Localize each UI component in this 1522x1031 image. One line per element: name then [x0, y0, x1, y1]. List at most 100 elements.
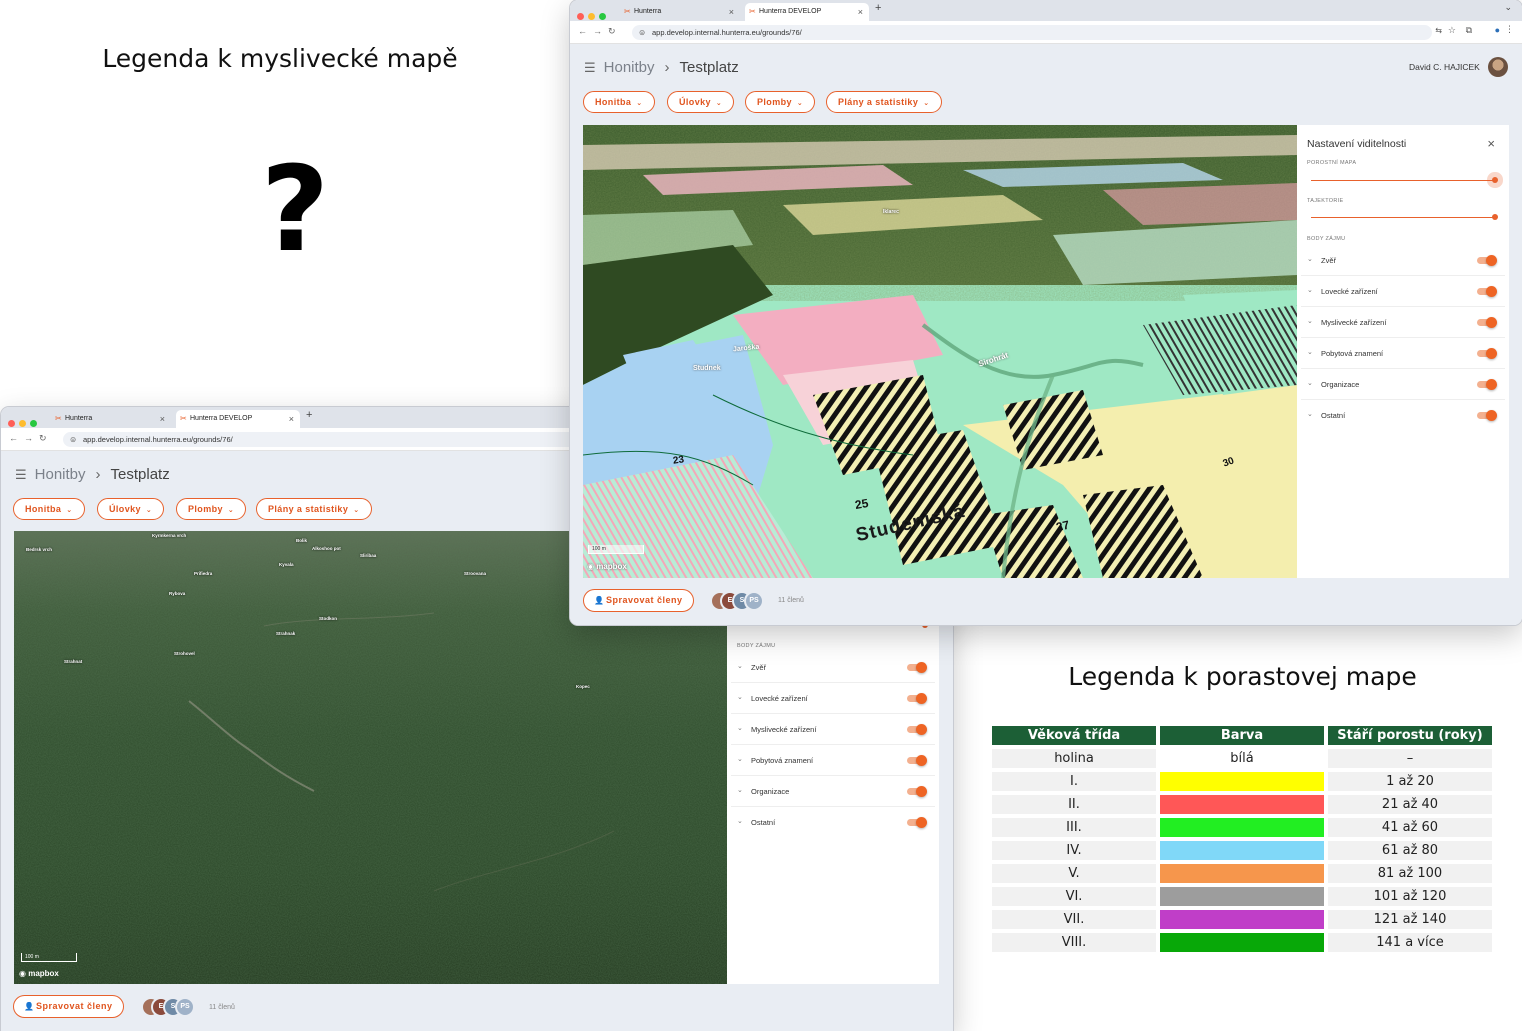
- poi-row-pobytova[interactable]: ⌄ Pobytová znamení: [1301, 338, 1505, 369]
- poi-row-zver[interactable]: ⌄ Zvěř: [1301, 245, 1505, 276]
- translate-icon[interactable]: ⇆: [1435, 26, 1442, 35]
- chevron-down-icon[interactable]: ⌄: [1307, 286, 1313, 294]
- toggle-zver[interactable]: [1477, 255, 1497, 266]
- toggle-organizace[interactable]: [1477, 379, 1497, 390]
- close-icon[interactable]: ×: [729, 3, 734, 21]
- stand-age-cell: 101 až 120: [1328, 887, 1492, 906]
- new-tab-icon[interactable]: +: [306, 409, 312, 421]
- poi-label: BODY ZÁJMU: [1307, 236, 1346, 242]
- poi-row-zver[interactable]: ⌄ Zvěř: [731, 652, 935, 683]
- user-avatar[interactable]: [1488, 57, 1508, 77]
- chevron-down-icon[interactable]: ⌄: [1307, 410, 1313, 418]
- stand-age-cell: 41 až 60: [1328, 818, 1492, 837]
- menu-icon[interactable]: ☰: [15, 467, 27, 482]
- right-heading: Legenda k porastovej mape: [1068, 662, 1417, 691]
- tab-hunterra[interactable]: ✂ Hunterra ×: [51, 410, 171, 428]
- toggle-myslivecke[interactable]: [907, 724, 927, 735]
- poi-row-myslivecke[interactable]: ⌄ Myslivecké zařízení: [731, 714, 935, 745]
- member-avatars[interactable]: E S PS: [710, 591, 780, 611]
- close-icon[interactable]: ×: [1487, 136, 1495, 151]
- color-swatch-cell: [1160, 933, 1324, 952]
- url-field[interactable]: ⊜ app.develop.internal.hunterra.eu/groun…: [632, 25, 1432, 40]
- poi-row-ostatni[interactable]: ⌄ Ostatní: [1301, 400, 1505, 431]
- manage-members-button[interactable]: 👤 Spravovat členy: [583, 589, 694, 612]
- menu-plomby[interactable]: Plomby ⌄: [745, 91, 816, 113]
- tab-hunterra-develop[interactable]: ✂ Hunterra DEVELOP ×: [176, 410, 300, 428]
- tab-label: Hunterra DEVELOP: [759, 8, 822, 15]
- chevron-down-icon[interactable]: ⌄: [737, 662, 743, 670]
- url-text: app.develop.internal.hunterra.eu/grounds…: [83, 435, 233, 444]
- chevron-down-icon[interactable]: ⌄: [737, 786, 743, 794]
- layer-slider-porostni[interactable]: [1311, 177, 1498, 183]
- poi-row-lovecke[interactable]: ⌄ Lovecké zařízení: [731, 683, 935, 714]
- menu-icon[interactable]: ☰: [584, 60, 596, 75]
- button-label: Spravovat členy: [606, 595, 683, 605]
- tab-search-icon[interactable]: ⌄: [1504, 2, 1512, 13]
- toggle-ostatni[interactable]: [907, 817, 927, 828]
- menu-ulovky[interactable]: Úlovky ⌄: [97, 498, 165, 520]
- tab-hunterra[interactable]: ✂ Hunterra ×: [620, 3, 740, 21]
- toggle-lovecke[interactable]: [907, 693, 927, 704]
- legend-row: VIII. 141 a více: [992, 933, 1492, 952]
- stand-map[interactable]: 23 25 27 30 Studeniská Jaroška Studnek S…: [583, 125, 1297, 578]
- chevron-down-icon[interactable]: ⌄: [1307, 348, 1313, 356]
- menu-plany[interactable]: Plány a statistiky ⌄: [826, 91, 942, 113]
- manage-members-button[interactable]: 👤 Spravovat členy: [13, 995, 124, 1018]
- toggle-lovecke[interactable]: [1477, 286, 1497, 297]
- poi-row-pobytova[interactable]: ⌄ Pobytová znamení: [731, 745, 935, 776]
- slider-knob[interactable]: [1492, 214, 1498, 220]
- chevron-down-icon[interactable]: ⌄: [1307, 317, 1313, 325]
- user-name[interactable]: David C. HAJICEK: [1409, 62, 1480, 72]
- poi-row-organizace[interactable]: ⌄ Organizace: [1301, 369, 1505, 400]
- age-class-cell: II.: [992, 795, 1156, 814]
- breadcrumb-root[interactable]: Honitby: [35, 466, 86, 483]
- toggle-pobytova[interactable]: [907, 755, 927, 766]
- toggle-myslivecke[interactable]: [1477, 317, 1497, 328]
- toggle-zver[interactable]: [907, 662, 927, 673]
- layer-slider[interactable]: [797, 622, 928, 628]
- menu-honitba[interactable]: Honitba ⌄: [583, 91, 655, 113]
- new-tab-icon[interactable]: +: [875, 2, 881, 14]
- chevron-down-icon[interactable]: ⌄: [737, 724, 743, 732]
- more-icon[interactable]: ⋮: [1505, 24, 1514, 35]
- color-swatch-cell: [1160, 864, 1324, 883]
- nav-arrows-icon[interactable]: ←→↻: [578, 26, 622, 37]
- profile-icon[interactable]: ●: [1495, 25, 1500, 35]
- close-icon[interactable]: ×: [160, 410, 165, 428]
- tab-hunterra-develop[interactable]: ✂ Hunterra DEVELOP ×: [745, 3, 869, 21]
- close-icon[interactable]: ×: [858, 3, 863, 21]
- breadcrumb-root[interactable]: Honitby: [604, 59, 655, 76]
- slider-knob[interactable]: [1492, 177, 1498, 183]
- avatar[interactable]: PS: [175, 997, 195, 1017]
- toggle-organizace[interactable]: [907, 786, 927, 797]
- breadcrumb: ☰ Honitby › Testplatz: [15, 466, 170, 483]
- poi-row-ostatni[interactable]: ⌄ Ostatní: [731, 807, 935, 838]
- poi-label: BODY ZÁJMU: [737, 643, 776, 649]
- chevron-down-icon[interactable]: ⌄: [737, 817, 743, 825]
- poi-row-organizace[interactable]: ⌄ Organizace: [731, 776, 935, 807]
- poi-row-lovecke[interactable]: ⌄ Lovecké zařízení: [1301, 276, 1505, 307]
- map-label: Iklarec: [883, 209, 899, 215]
- legend-row: holina bílá –: [992, 749, 1492, 768]
- extensions-icon[interactable]: ⧉: [1466, 25, 1472, 36]
- nav-arrows-icon[interactable]: ←→↻: [9, 433, 53, 444]
- toggle-pobytova[interactable]: [1477, 348, 1497, 359]
- layer-slider-trajektorie[interactable]: [1311, 214, 1498, 220]
- avatar[interactable]: PS: [744, 591, 764, 611]
- chevron-down-icon[interactable]: ⌄: [737, 693, 743, 701]
- chevron-down-icon[interactable]: ⌄: [1307, 379, 1313, 387]
- menu-label: Plomby: [757, 97, 792, 107]
- menu-plomby[interactable]: Plomby ⌄: [176, 498, 247, 520]
- member-avatars[interactable]: E S PS: [141, 997, 211, 1017]
- star-icon[interactable]: ☆: [1448, 25, 1456, 36]
- age-class-cell: VI.: [992, 887, 1156, 906]
- menu-ulovky[interactable]: Úlovky ⌄: [667, 91, 735, 113]
- menu-plany[interactable]: Plány a statistiky ⌄: [256, 498, 372, 520]
- poi-row-myslivecke[interactable]: ⌄ Myslivecké zařízení: [1301, 307, 1505, 338]
- chevron-down-icon[interactable]: ⌄: [1307, 255, 1313, 263]
- close-icon[interactable]: ×: [289, 410, 294, 428]
- menu-honitba[interactable]: Honitba ⌄: [13, 498, 85, 520]
- map-label: Prifiedra: [194, 571, 213, 576]
- toggle-ostatni[interactable]: [1477, 410, 1497, 421]
- chevron-down-icon[interactable]: ⌄: [737, 755, 743, 763]
